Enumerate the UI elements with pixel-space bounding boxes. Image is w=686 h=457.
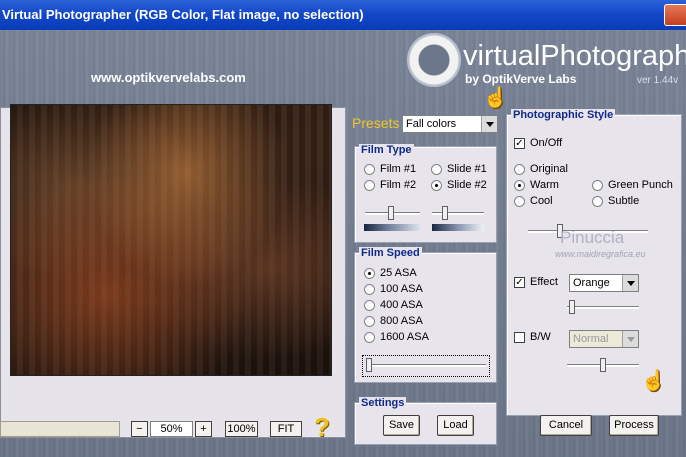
radio-25-asa[interactable]: 25 ASA (364, 267, 417, 279)
radio-dot (364, 267, 375, 279)
zoom-value[interactable]: 50% (150, 421, 193, 437)
checkbox-box (514, 331, 525, 343)
zoom-out-button[interactable]: − (131, 421, 148, 437)
logo-subtitle: by OptikVerve Labs (465, 72, 577, 86)
logo-title: virtualPhotographer (463, 40, 686, 72)
radio-dot (364, 283, 375, 295)
effect-checkbox[interactable]: ✓ Effect (514, 276, 558, 288)
radio-dot (364, 163, 375, 175)
radio-dot (514, 195, 525, 207)
chevron-down-icon[interactable] (622, 275, 638, 291)
radio-slide-2[interactable]: Slide #2 (431, 179, 487, 191)
zoom-in-button[interactable]: + (195, 421, 212, 437)
radio-800-asa[interactable]: 800 ASA (364, 315, 423, 327)
radio-dot (514, 179, 525, 191)
presets-select[interactable]: Fall colors (402, 115, 498, 133)
title-bar: Virtual Photographer (RGB Color, Flat im… (0, 0, 686, 30)
film-gradient-2 (432, 224, 484, 231)
watermark-url: www.maidiregrafica.eu (555, 249, 646, 259)
zoom-100-button[interactable]: 100% (225, 421, 258, 437)
radio-100-asa[interactable]: 100 ASA (364, 283, 423, 295)
radio-slide-1[interactable]: Slide #1 (431, 163, 487, 175)
radio-1600-asa[interactable]: 1600 ASA (364, 331, 429, 343)
app-body: www.optikvervelabs.com virtualPhotograph… (0, 30, 686, 457)
pointing-hand-icon: ☝ (483, 87, 508, 109)
help-icon[interactable]: ? (314, 412, 330, 443)
effect-selected: Orange (573, 277, 610, 289)
pointing-hand-icon: ☝ (641, 370, 666, 392)
effect-select[interactable]: Orange (569, 274, 639, 292)
bw-checkbox[interactable]: B/W (514, 331, 551, 343)
radio-dot (364, 331, 375, 343)
process-button[interactable]: Process (609, 415, 659, 436)
presets-selected: Fall colors (406, 118, 457, 130)
zoom-fit-button[interactable]: FIT (270, 421, 302, 437)
film-gradient-1 (364, 224, 420, 231)
save-button[interactable]: Save (383, 415, 420, 436)
progress-bar (0, 421, 120, 437)
film-speed-slider-track[interactable] (366, 364, 486, 367)
radio-film-1[interactable]: Film #1 (364, 163, 416, 175)
photographic-style-title: Photographic Style (511, 109, 616, 121)
radio-dot (364, 299, 375, 311)
radio-dot (514, 163, 525, 175)
film-speed-slider-thumb[interactable] (366, 358, 372, 372)
close-button[interactable] (664, 4, 686, 26)
radio-warm[interactable]: Warm (514, 179, 559, 191)
radio-dot (592, 179, 603, 191)
style-onoff-checkbox[interactable]: ✓ On/Off (514, 137, 562, 149)
load-button[interactable]: Load (437, 415, 474, 436)
cancel-button[interactable]: Cancel (540, 415, 592, 436)
film-slider-2-thumb[interactable] (442, 206, 448, 220)
settings-title: Settings (359, 397, 407, 409)
radio-subtle[interactable]: Subtle (592, 195, 639, 207)
radio-film-2[interactable]: Film #2 (364, 179, 416, 191)
effect-slider-track[interactable] (567, 306, 639, 309)
bw-slider-thumb[interactable] (600, 358, 606, 372)
radio-dot (364, 179, 375, 191)
radio-dot (431, 179, 442, 191)
version-label: ver 1.44v (637, 75, 679, 86)
radio-dot (431, 163, 442, 175)
bw-select: Normal (569, 330, 639, 348)
presets-label: Presets (352, 115, 400, 131)
film-speed-title: Film Speed (359, 247, 422, 259)
chevron-down-icon (622, 331, 638, 347)
effect-slider-thumb[interactable] (569, 300, 575, 314)
radio-dot (592, 195, 603, 207)
radio-dot (364, 315, 375, 327)
preview-image[interactable] (10, 104, 332, 376)
logo-icon (407, 33, 461, 87)
checkbox-box: ✓ (514, 137, 525, 149)
watermark-name: Pinuccia (560, 228, 625, 247)
film-slider-1-thumb[interactable] (388, 206, 394, 220)
radio-original[interactable]: Original (514, 163, 568, 175)
film-slider-2-track[interactable] (432, 212, 484, 215)
bw-selected: Normal (573, 333, 609, 345)
radio-cool[interactable]: Cool (514, 195, 553, 207)
film-type-title: Film Type (359, 144, 414, 156)
chevron-down-icon[interactable] (481, 116, 497, 132)
radio-green-punch[interactable]: Green Punch (592, 179, 673, 191)
website-url[interactable]: www.optikvervelabs.com (91, 70, 246, 85)
checkbox-box: ✓ (514, 276, 525, 288)
radio-400-asa[interactable]: 400 ASA (364, 299, 423, 311)
window-title: Virtual Photographer (RGB Color, Flat im… (2, 7, 364, 22)
